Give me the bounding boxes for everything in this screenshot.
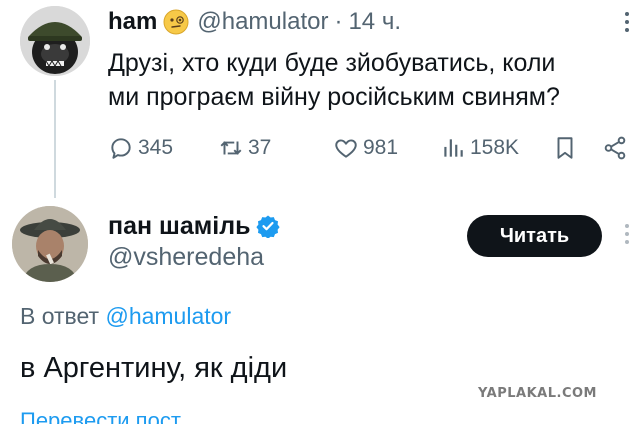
reply-author-avatar[interactable]	[12, 206, 88, 282]
translate-post-link[interactable]: Перевести пост	[20, 408, 181, 424]
repost-count: 37	[248, 136, 272, 159]
reply-button[interactable]: 345	[108, 131, 173, 165]
repost-icon	[220, 141, 242, 155]
views-icon	[444, 139, 463, 157]
tweet-time[interactable]: 14 ч.	[348, 8, 401, 36]
reply-author-handle[interactable]: @vsheredeha	[108, 243, 264, 272]
share-icon	[604, 136, 626, 160]
reply-author-row: пан шаміль	[108, 210, 281, 242]
reply-to-prefix: В ответ	[20, 303, 100, 329]
share-button[interactable]	[602, 131, 632, 165]
more-options-icon[interactable]	[624, 10, 630, 34]
tweet-text-line: Друзі, хто куди буде зйобуватись, коли	[108, 49, 556, 77]
like-icon	[335, 139, 357, 158]
tweet-header: ham @hamulator · 14 ч.	[108, 4, 401, 40]
like-button[interactable]: 981	[333, 131, 398, 165]
tweet-actions-bar: 345 37 981 158K	[108, 131, 634, 165]
watermark: YAPLAKAL.COM	[478, 386, 597, 401]
author-avatar[interactable]	[20, 6, 90, 76]
reply-count: 345	[138, 136, 174, 159]
reply-text: в Аргентину, як діди	[20, 352, 288, 384]
monocle-face-emoji-icon	[163, 9, 189, 35]
tweet-text: Друзі, хто куди буде зйобуватись, коли м…	[108, 46, 628, 114]
reply-to-mention-link[interactable]: @hamulator	[105, 303, 231, 329]
original-tweet[interactable]: ham @hamulator · 14 ч. Друзі, хто куди б…	[0, 0, 640, 198]
bookmark-button[interactable]	[552, 131, 582, 165]
verified-badge-icon[interactable]	[256, 214, 281, 238]
man-in-hat-avatar-image	[12, 206, 88, 282]
views-button[interactable]: 158K	[440, 131, 519, 165]
tweet-text-line: ми програєм війну російським свиням?	[108, 83, 560, 111]
reply-author-name[interactable]: пан шаміль	[108, 212, 250, 241]
header-separator: ·	[334, 8, 343, 35]
reply-to-line: В ответ @hamulator	[20, 303, 231, 330]
views-count: 158K	[470, 136, 520, 159]
author-name[interactable]: ham	[108, 8, 157, 36]
like-count: 981	[363, 136, 399, 159]
reply-icon	[111, 138, 131, 159]
follow-button[interactable]: Читать	[467, 215, 602, 257]
more-options-icon[interactable]	[624, 222, 630, 246]
thread-connector-line	[54, 80, 56, 198]
bookmark-icon	[557, 137, 573, 159]
repost-button[interactable]: 37	[218, 131, 271, 165]
author-handle[interactable]: @hamulator	[197, 8, 328, 36]
gorilla-helmet-avatar-image	[20, 6, 90, 76]
